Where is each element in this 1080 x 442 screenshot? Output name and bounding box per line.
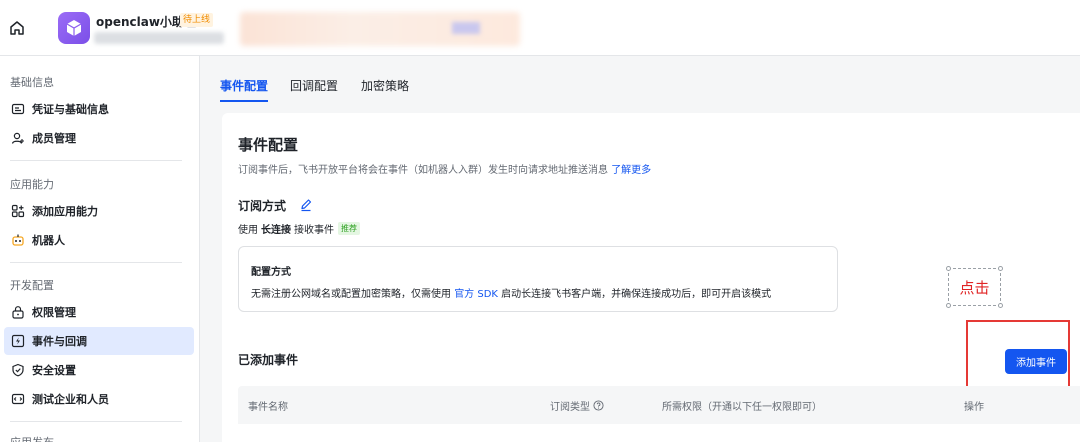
use-suffix: 接收事件 bbox=[294, 225, 334, 236]
home-icon[interactable] bbox=[8, 19, 26, 37]
add-event-button[interactable]: 添加事件 bbox=[1005, 349, 1067, 374]
app-logo-icon bbox=[58, 12, 90, 44]
page-description: 订阅事件后，飞书开放平台将会在事件（如机器人入群）发生时向请求地址推送消息 了解… bbox=[238, 161, 651, 176]
column-event-name: 事件名称 bbox=[248, 402, 288, 413]
sidebar-item-label: 成员管理 bbox=[32, 132, 76, 145]
learn-more-link[interactable]: 了解更多 bbox=[611, 165, 651, 176]
column-subscribe-type-label: 订阅类型 bbox=[550, 402, 590, 413]
sidebar-item-credentials[interactable]: 凭证与基础信息 bbox=[4, 95, 194, 123]
annotation-handle bbox=[998, 266, 1003, 271]
annotation-handle bbox=[946, 266, 951, 271]
config-mode-box bbox=[238, 246, 838, 312]
tab-encryption[interactable]: 加密策略 bbox=[361, 77, 409, 94]
redacted-app-id bbox=[94, 32, 224, 44]
top-bar: openclaw小助理 待上线 bbox=[0, 0, 1080, 56]
mode-desc-suffix: 启动长连接飞书客户端，并确保连接成功后，即可开启该模式 bbox=[501, 289, 772, 300]
active-tab-indicator bbox=[220, 100, 268, 102]
robot-icon bbox=[10, 232, 26, 248]
sidebar-item-label: 测试企业和人员 bbox=[32, 393, 109, 406]
sidebar-item-label: 安全设置 bbox=[32, 364, 76, 377]
shield-icon bbox=[10, 362, 26, 378]
lock-icon bbox=[10, 304, 26, 320]
sidebar-section-basic: 基础信息 bbox=[10, 76, 54, 89]
description-text: 订阅事件后，飞书开放平台将会在事件（如机器人入群）发生时向请求地址推送消息 bbox=[238, 165, 608, 176]
sidebar-item-label: 权限管理 bbox=[32, 306, 76, 319]
subscribe-method-title: 订阅方式 bbox=[238, 199, 287, 213]
column-subscribe-type: 订阅类型 bbox=[550, 398, 604, 413]
mode-desc-prefix: 无需注册公网域名或配置加密策略，仅需使用 bbox=[251, 289, 451, 300]
click-annotation: 点击 bbox=[946, 266, 1003, 308]
annotation-handle bbox=[998, 303, 1003, 308]
tab-event-config[interactable]: 事件配置 bbox=[220, 77, 268, 94]
sidebar-item-events[interactable]: 事件与回调 bbox=[4, 327, 194, 355]
sidebar-divider bbox=[10, 421, 182, 422]
sidebar-section-capabilities: 应用能力 bbox=[10, 178, 54, 191]
tab-callback-config[interactable]: 回调配置 bbox=[290, 77, 338, 94]
annotation-handle bbox=[946, 303, 951, 308]
column-required-scope: 所需权限（开通以下任一权限即可） bbox=[662, 402, 822, 413]
sidebar-divider bbox=[10, 262, 182, 263]
sidebar-item-label: 凭证与基础信息 bbox=[32, 103, 109, 116]
config-mode-desc: 无需注册公网域名或配置加密策略，仅需使用 官方 SDK 启动长连接飞书客户端，并… bbox=[251, 285, 771, 300]
help-icon[interactable] bbox=[593, 400, 604, 411]
use-prefix: 使用 bbox=[238, 225, 258, 236]
config-mode-title: 配置方式 bbox=[251, 267, 291, 278]
member-icon bbox=[10, 130, 26, 146]
sidebar-item-test-tenants[interactable]: 测试企业和人员 bbox=[4, 385, 194, 413]
sidebar-item-label: 添加应用能力 bbox=[32, 205, 98, 218]
sidebar-item-members[interactable]: 成员管理 bbox=[4, 124, 194, 152]
sidebar-section-release: 应用发布 bbox=[10, 434, 54, 442]
added-events-title: 已添加事件 bbox=[238, 353, 299, 367]
events-table-header bbox=[238, 386, 1080, 424]
page-title: 事件配置 bbox=[238, 136, 299, 154]
sidebar-item-add-capability[interactable]: 添加应用能力 bbox=[4, 197, 194, 225]
sidebar-divider bbox=[10, 160, 182, 161]
subscribe-mode-line: 使用 长连接 接收事件 推荐 bbox=[238, 221, 360, 236]
sidebar-item-label: 机器人 bbox=[32, 234, 65, 247]
use-mode: 长连接 bbox=[261, 225, 291, 236]
recommend-badge: 推荐 bbox=[338, 222, 360, 235]
redacted-chip bbox=[452, 22, 480, 34]
sidebar-item-label: 事件与回调 bbox=[32, 335, 87, 348]
credential-icon bbox=[10, 101, 26, 117]
sidebar-item-security[interactable]: 安全设置 bbox=[4, 356, 194, 384]
click-annotation-label: 点击 bbox=[959, 278, 990, 297]
edit-icon[interactable] bbox=[299, 197, 313, 212]
sidebar-item-permissions[interactable]: 权限管理 bbox=[4, 298, 194, 326]
sidebar-item-robot[interactable]: 机器人 bbox=[4, 226, 194, 254]
event-icon bbox=[10, 333, 26, 349]
column-actions: 操作 bbox=[964, 402, 984, 413]
sidebar-section-dev: 开发配置 bbox=[10, 279, 54, 292]
app-status-badge: 待上线 bbox=[180, 13, 214, 27]
official-sdk-link[interactable]: 官方 SDK bbox=[454, 289, 498, 300]
apps-add-icon bbox=[10, 203, 26, 219]
test-icon bbox=[10, 391, 26, 407]
